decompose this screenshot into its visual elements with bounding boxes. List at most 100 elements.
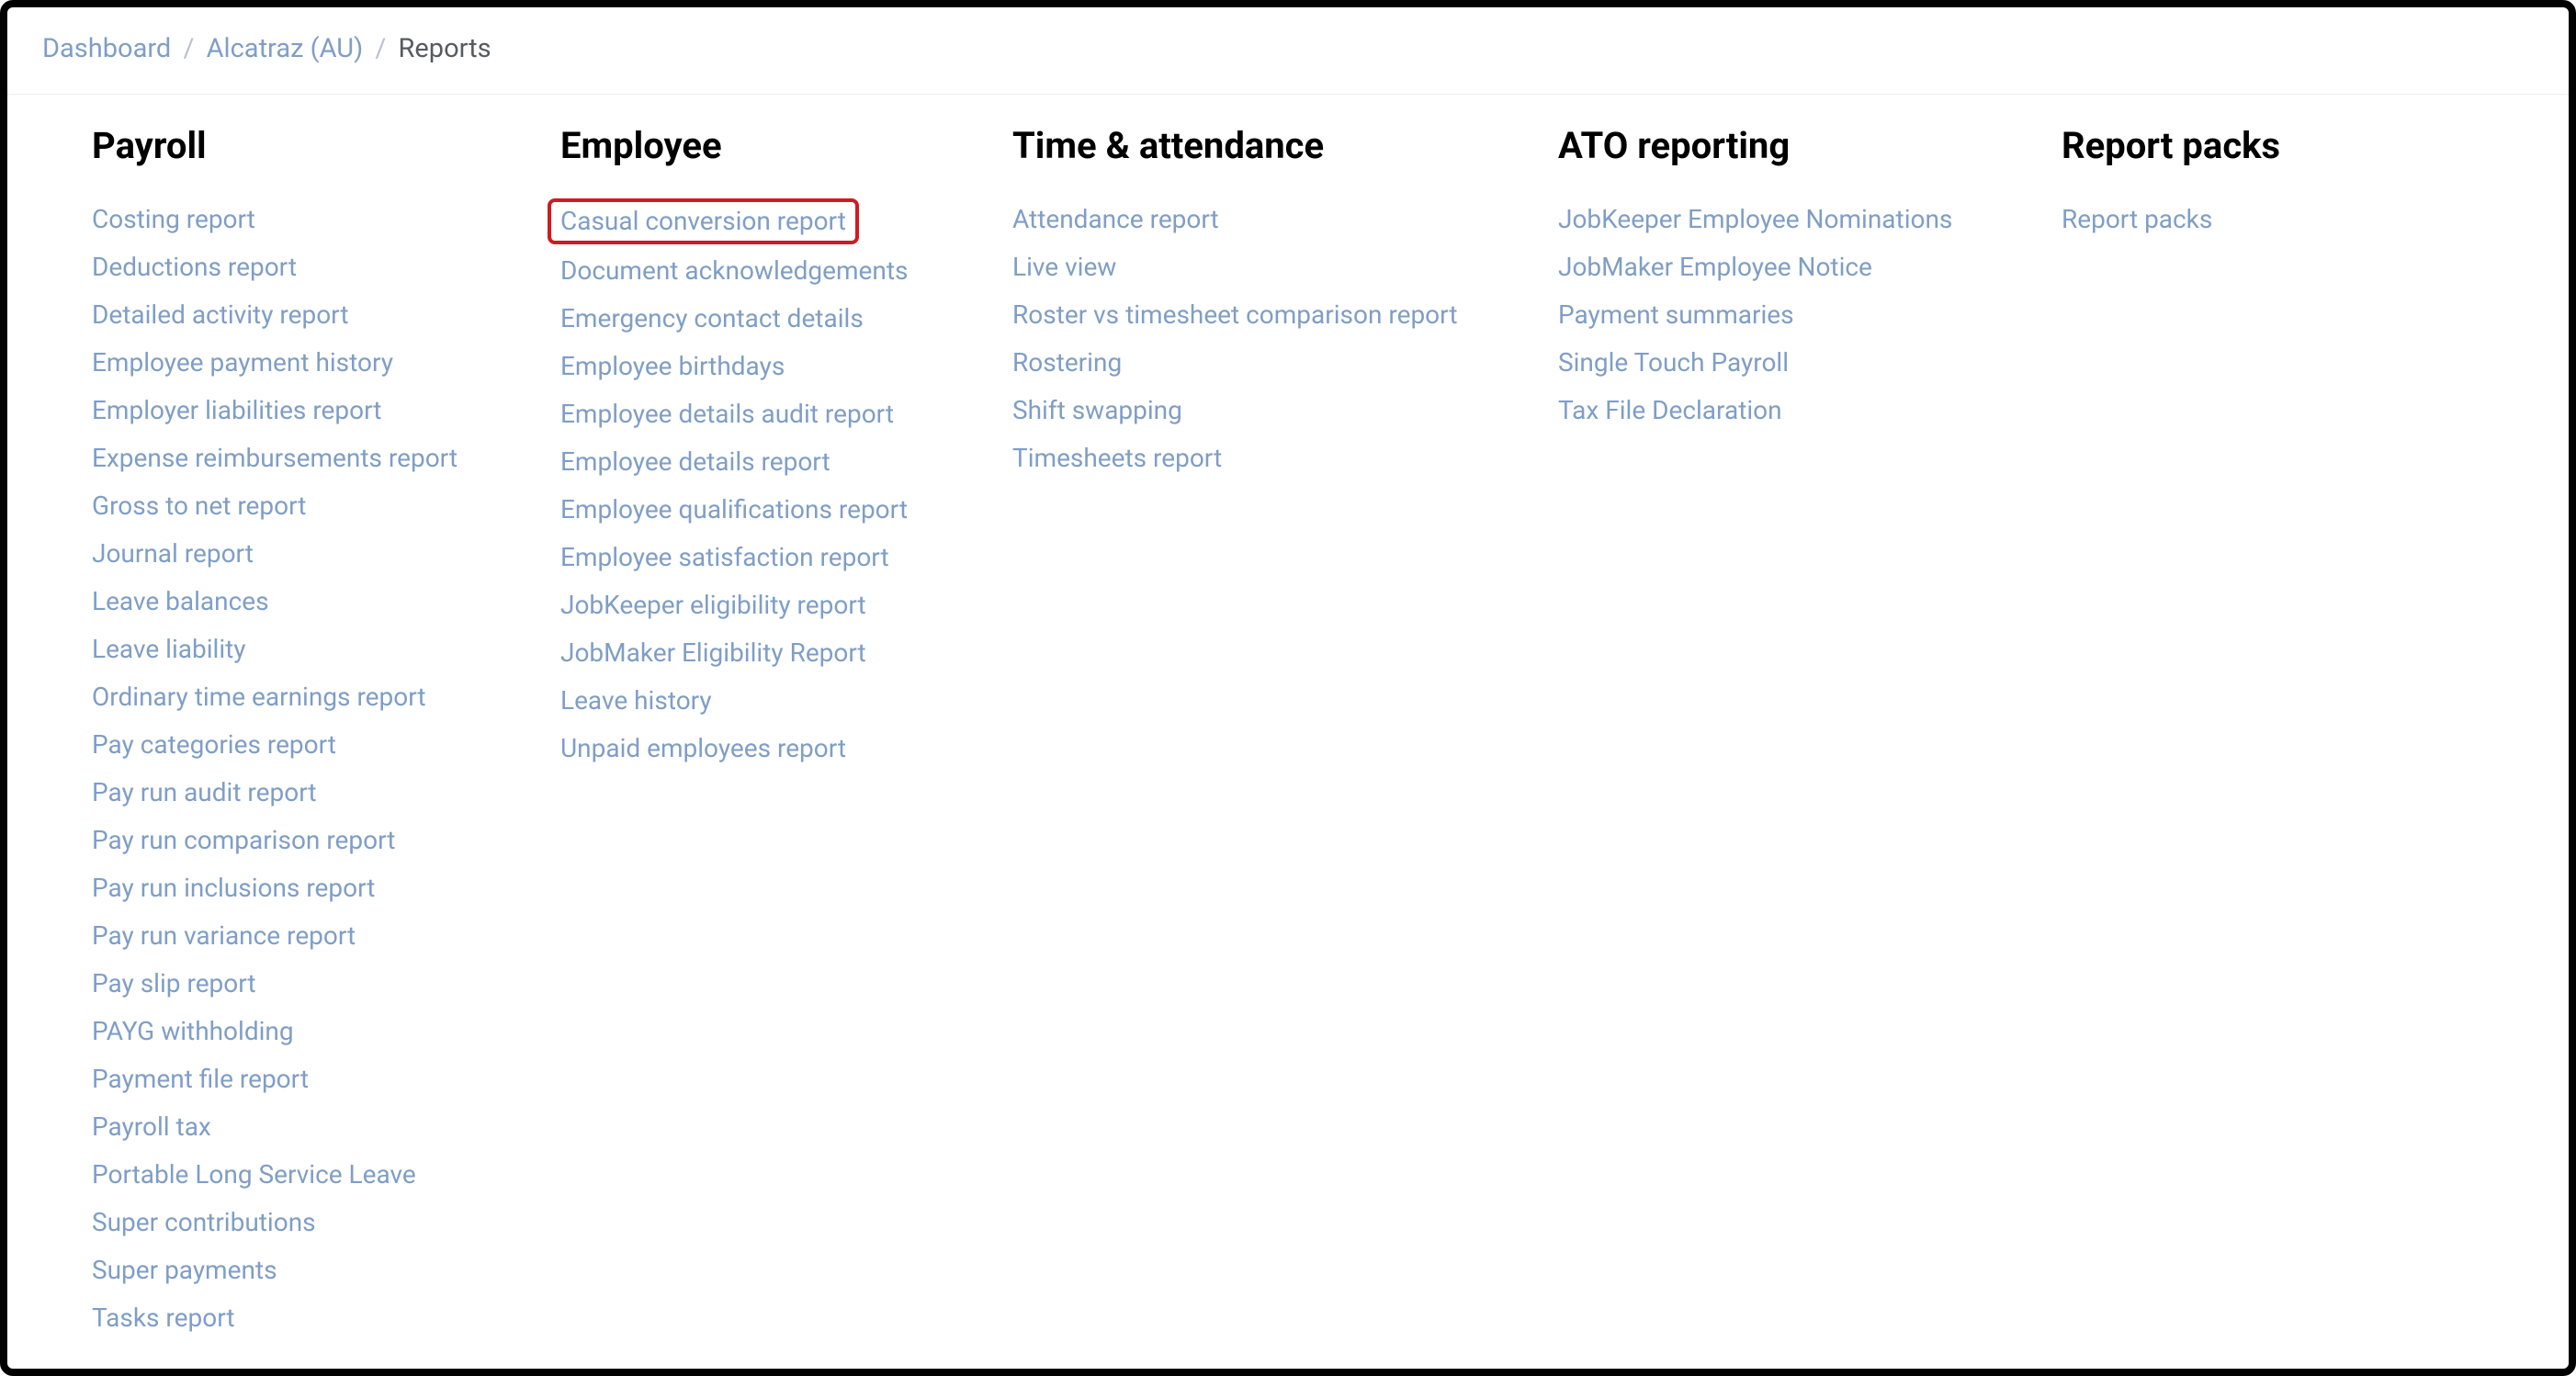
list-item: JobMaker Eligibility Report	[560, 632, 908, 674]
list-item: Pay run variance report	[92, 915, 458, 957]
list-item: Shift swapping	[1012, 389, 1457, 432]
report-link[interactable]: Employee qualifications report	[560, 489, 908, 531]
list-item: Employee payment history	[92, 342, 458, 384]
list-ato-reporting: JobKeeper Employee Nominations JobMaker E…	[1558, 198, 1952, 437]
report-link[interactable]: JobKeeper eligibility report	[560, 584, 866, 626]
report-link[interactable]: Emergency contact details	[560, 298, 864, 340]
list-item: Pay categories report	[92, 724, 458, 766]
list-item: Journal report	[92, 533, 458, 575]
list-item: Tasks report	[92, 1297, 458, 1339]
report-link[interactable]: Pay run audit report	[92, 772, 317, 814]
column-ato-reporting: ATO reporting JobKeeper Employee Nominat…	[1558, 115, 2062, 437]
list-item: PAYG withholding	[92, 1010, 458, 1053]
list-item: Employee details audit report	[560, 393, 908, 435]
report-link[interactable]: Tasks report	[92, 1297, 235, 1339]
report-link[interactable]: Document acknowledgements	[560, 250, 908, 292]
report-link[interactable]: Employee details audit report	[560, 393, 894, 435]
report-link[interactable]: Pay slip report	[92, 963, 256, 1005]
list-item: Leave history	[560, 680, 908, 722]
report-link[interactable]: Super payments	[92, 1249, 277, 1291]
report-link[interactable]: Gross to net report	[92, 485, 306, 527]
breadcrumb-org[interactable]: Alcatraz (AU)	[207, 33, 364, 64]
column-time-attendance: Time & attendance Attendance report Live …	[1012, 115, 1558, 485]
report-link[interactable]: Single Touch Payroll	[1558, 342, 1789, 384]
list-employee: Casual conversion report Document acknowl…	[560, 198, 908, 775]
report-link[interactable]: Shift swapping	[1012, 389, 1182, 432]
heading-time-attendance: Time & attendance	[1012, 124, 1324, 167]
report-link[interactable]: Employee payment history	[92, 342, 393, 384]
list-item: Detailed activity report	[92, 294, 458, 336]
list-item: JobKeeper Employee Nominations	[1558, 198, 1952, 241]
list-item: Payroll tax	[92, 1106, 458, 1148]
report-link[interactable]: Report packs	[2062, 198, 2212, 241]
breadcrumb-separator: /	[177, 33, 199, 64]
report-link[interactable]: Rostering	[1012, 342, 1122, 384]
list-item: Rostering	[1012, 342, 1457, 384]
report-link[interactable]: Employer liabilities report	[92, 389, 381, 432]
list-item: Gross to net report	[92, 485, 458, 527]
report-link[interactable]: Employee satisfaction report	[560, 536, 889, 579]
report-link[interactable]: JobMaker Employee Notice	[1558, 246, 1872, 288]
list-item: Employee satisfaction report	[560, 536, 908, 579]
report-link[interactable]: PAYG withholding	[92, 1010, 294, 1053]
report-link[interactable]: Journal report	[92, 533, 254, 575]
report-link[interactable]: Leave liability	[92, 628, 246, 671]
column-report-packs: Report packs Report packs	[2062, 115, 2532, 246]
report-link[interactable]: Live view	[1012, 246, 1116, 288]
report-link[interactable]: Pay categories report	[92, 724, 336, 766]
list-item: Employee birthdays	[560, 345, 908, 388]
report-link[interactable]: Deductions report	[92, 246, 297, 288]
report-link[interactable]: Costing report	[92, 198, 255, 241]
report-link[interactable]: Payroll tax	[92, 1106, 211, 1148]
list-item: Unpaid employees report	[560, 727, 908, 770]
report-link[interactable]: Super contributions	[92, 1201, 316, 1244]
list-time-attendance: Attendance report Live view Roster vs time…	[1012, 198, 1457, 485]
breadcrumb-separator: /	[369, 33, 391, 64]
list-item: Employee qualifications report	[560, 489, 908, 531]
report-link[interactable]: Payment file report	[92, 1058, 309, 1100]
list-item: Casual conversion report	[560, 198, 908, 244]
list-payroll: Costing report Deductions report Detailed …	[92, 198, 458, 1345]
list-item: Pay run audit report	[92, 772, 458, 814]
list-item: Deductions report	[92, 246, 458, 288]
report-link[interactable]: Leave balances	[92, 581, 269, 623]
breadcrumb: Dashboard / Alcatraz (AU) / Reports	[7, 7, 2569, 95]
report-link[interactable]: Timesheets report	[1012, 437, 1222, 479]
list-item: Payment summaries	[1558, 294, 1952, 336]
report-link[interactable]: Unpaid employees report	[560, 727, 846, 770]
list-item: Leave balances	[92, 581, 458, 623]
list-item: Attendance report	[1012, 198, 1457, 241]
report-link[interactable]: Pay run comparison report	[92, 819, 395, 862]
report-link[interactable]: Expense reimbursements report	[92, 437, 458, 479]
report-link[interactable]: Payment summaries	[1558, 294, 1794, 336]
report-link[interactable]: Employee details report	[560, 441, 830, 483]
breadcrumb-dashboard[interactable]: Dashboard	[42, 33, 171, 64]
list-report-packs: Report packs	[2062, 198, 2212, 246]
report-link[interactable]: JobMaker Eligibility Report	[560, 632, 866, 674]
list-item: Tax File Declaration	[1558, 389, 1952, 432]
report-link[interactable]: JobKeeper Employee Nominations	[1558, 198, 1952, 241]
report-link[interactable]: Tax File Declaration	[1558, 389, 1782, 432]
breadcrumb-current: Reports	[399, 33, 491, 64]
list-item: Pay slip report	[92, 963, 458, 1005]
heading-payroll: Payroll	[92, 124, 207, 167]
list-item: Roster vs timesheet comparison report	[1012, 294, 1457, 336]
report-link[interactable]: Leave history	[560, 680, 712, 722]
list-item: Costing report	[92, 198, 458, 241]
list-item: Leave liability	[92, 628, 458, 671]
report-link[interactable]: Casual conversion report	[548, 198, 859, 244]
list-item: Expense reimbursements report	[92, 437, 458, 479]
list-item: Ordinary time earnings report	[92, 676, 458, 718]
report-link[interactable]: Ordinary time earnings report	[92, 676, 426, 718]
report-link[interactable]: Attendance report	[1012, 198, 1219, 241]
report-link[interactable]: Detailed activity report	[92, 294, 349, 336]
heading-ato-reporting: ATO reporting	[1558, 124, 1790, 167]
list-item: Super contributions	[92, 1201, 458, 1244]
heading-employee: Employee	[560, 124, 722, 167]
report-link[interactable]: Employee birthdays	[560, 345, 785, 388]
list-item: Portable Long Service Leave	[92, 1154, 458, 1196]
report-link[interactable]: Portable Long Service Leave	[92, 1154, 416, 1196]
report-link[interactable]: Roster vs timesheet comparison report	[1012, 294, 1457, 336]
report-link[interactable]: Pay run inclusions report	[92, 867, 375, 909]
report-link[interactable]: Pay run variance report	[92, 915, 356, 957]
